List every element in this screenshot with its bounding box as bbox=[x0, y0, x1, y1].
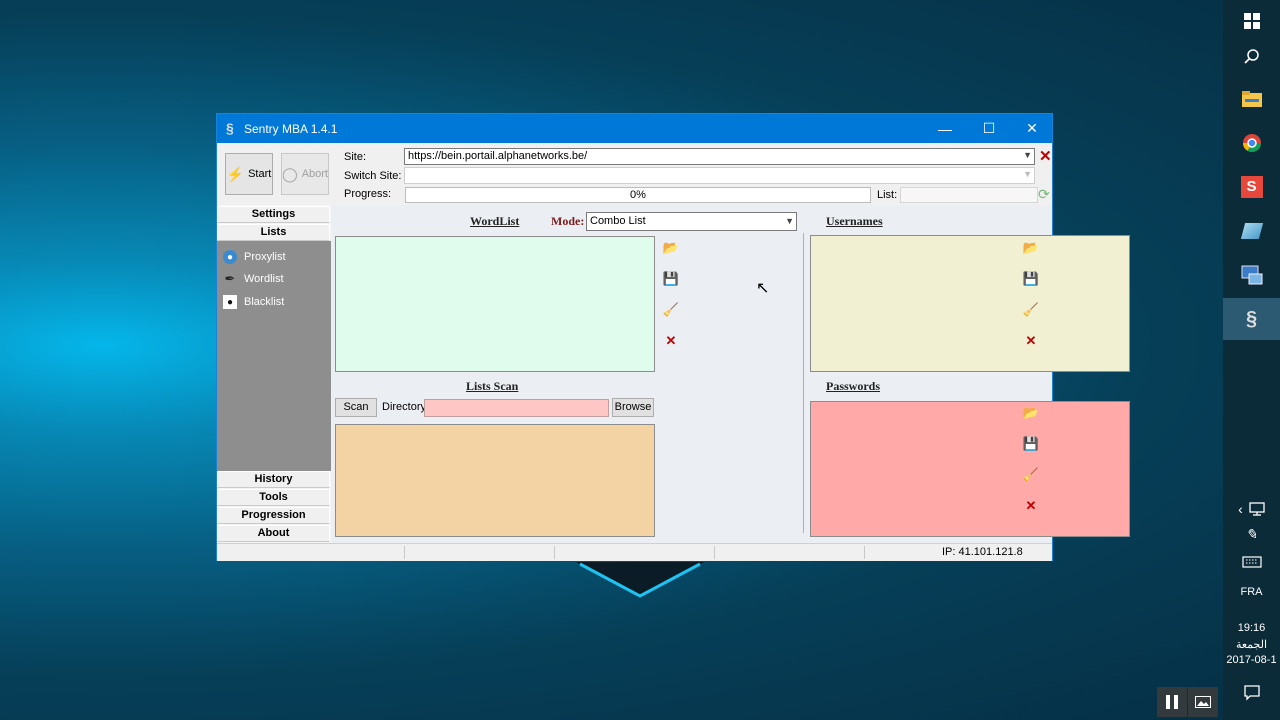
refresh-icon[interactable]: ⟳ bbox=[1038, 186, 1050, 203]
app-blue-tile-icon[interactable] bbox=[1223, 210, 1280, 252]
left-navigation: Settings Lists ● Proxylist ✒ Wordlist ● … bbox=[217, 205, 331, 543]
wordlist-title: WordList bbox=[470, 214, 520, 228]
notification-center-icon[interactable] bbox=[1223, 672, 1280, 714]
delete-icon[interactable]: ✕ bbox=[1023, 333, 1039, 349]
save-icon[interactable]: 💾 bbox=[663, 271, 679, 287]
browse-button[interactable]: Browse bbox=[612, 398, 654, 417]
nav-tab-lists[interactable]: Lists bbox=[217, 224, 330, 241]
keyboard-icon[interactable] bbox=[1223, 542, 1280, 582]
progress-bar: 0% bbox=[405, 187, 871, 203]
clock-time[interactable]: 19:16 bbox=[1223, 622, 1280, 634]
globe-icon: ● bbox=[223, 250, 237, 264]
delete-icon[interactable]: ✕ bbox=[1023, 498, 1039, 514]
main-panel: WordList Mode: Combo List ▼ Usernames ↖ … bbox=[332, 205, 1130, 543]
broom-icon[interactable]: 🧹 bbox=[1023, 302, 1039, 318]
directory-label: Directory bbox=[382, 401, 427, 413]
site-combo[interactable]: https://bein.portail.alphanetworks.be/ ▼ bbox=[404, 148, 1035, 165]
save-icon[interactable]: 💾 bbox=[1023, 271, 1039, 287]
maximize-button[interactable]: ☐ bbox=[967, 114, 1011, 143]
open-folder-icon[interactable]: 📂 bbox=[1023, 240, 1039, 256]
passwords-textarea[interactable] bbox=[810, 401, 1130, 537]
abort-button[interactable]: ◯ Abort bbox=[281, 153, 329, 195]
windows-taskbar: S § ‹ ✎ FRA 19:16 الجمعة 2017-08-1 bbox=[1223, 0, 1280, 720]
nav-tab-tools[interactable]: Tools bbox=[217, 489, 330, 506]
blacklist-icon: ● bbox=[223, 295, 237, 309]
nav-item-proxylist[interactable]: ● Proxylist bbox=[223, 248, 286, 266]
ip-address: IP: 41.101.121.8 bbox=[942, 546, 1023, 558]
chrome-icon[interactable] bbox=[1223, 122, 1280, 164]
broom-icon[interactable]: 🧹 bbox=[1023, 467, 1039, 483]
mode-label: Mode: bbox=[551, 214, 585, 228]
wordlist-textarea[interactable] bbox=[335, 236, 655, 372]
site-value: https://bein.portail.alphanetworks.be/ bbox=[408, 150, 588, 162]
switch-site-label: Switch Site: bbox=[344, 170, 402, 182]
vertical-divider bbox=[803, 233, 804, 533]
nav-tab-settings[interactable]: Settings bbox=[217, 206, 330, 223]
close-button[interactable]: ✕ bbox=[1010, 114, 1054, 143]
nav-item-blacklist[interactable]: ● Blacklist bbox=[223, 293, 284, 311]
progress-label: Progress: bbox=[344, 188, 392, 200]
usernames-textarea[interactable] bbox=[810, 235, 1130, 372]
status-divider bbox=[714, 546, 715, 559]
chevron-down-icon[interactable]: ▼ bbox=[1023, 150, 1032, 160]
app-icon: § bbox=[226, 120, 234, 136]
scan-button[interactable]: Scan bbox=[335, 398, 377, 417]
lists-scan-title: Lists Scan bbox=[466, 379, 519, 393]
search-icon[interactable] bbox=[1223, 36, 1280, 78]
remote-desktop-icon[interactable] bbox=[1223, 254, 1280, 296]
desktop-wallpaper-shape bbox=[576, 562, 704, 598]
mode-value: Combo List bbox=[590, 215, 646, 227]
start-button[interactable]: ⚡ Start bbox=[225, 153, 273, 195]
file-explorer-icon[interactable] bbox=[1223, 78, 1280, 120]
feather-icon: ✒ bbox=[224, 271, 236, 286]
nav-tab-progression[interactable]: Progression bbox=[217, 507, 330, 524]
status-divider bbox=[404, 546, 405, 559]
broom-icon[interactable]: 🧹 bbox=[663, 302, 679, 318]
scan-results-area[interactable] bbox=[335, 424, 655, 537]
chevron-down-icon[interactable]: ▼ bbox=[1023, 169, 1032, 179]
progress-text: 0% bbox=[630, 189, 646, 201]
nav-item-label: Blacklist bbox=[244, 296, 285, 308]
picture-icon[interactable] bbox=[1188, 687, 1218, 717]
clear-site-icon[interactable]: ✕ bbox=[1039, 147, 1052, 165]
minimize-button[interactable]: — bbox=[923, 114, 967, 143]
nav-tab-about[interactable]: About bbox=[217, 525, 330, 542]
sentry-mba-window: § Sentry MBA 1.4.1 — ☐ ✕ ⚡ Start ◯ Abort… bbox=[216, 113, 1130, 561]
status-divider bbox=[554, 546, 555, 559]
sentry-mba-taskbar-icon[interactable]: § bbox=[1223, 298, 1280, 340]
site-label: Site: bbox=[344, 151, 367, 163]
directory-input[interactable] bbox=[424, 399, 609, 417]
mode-select[interactable]: Combo List ▼ bbox=[586, 212, 797, 231]
open-folder-icon[interactable]: 📂 bbox=[1023, 405, 1039, 421]
language-indicator[interactable]: FRA bbox=[1223, 586, 1280, 598]
app-red-s-icon[interactable]: S bbox=[1223, 166, 1280, 208]
clock-date[interactable]: 2017-08-1 bbox=[1223, 654, 1280, 666]
lightning-icon: ⚡ bbox=[226, 165, 245, 182]
nav-tab-history[interactable]: History bbox=[217, 471, 330, 488]
list-display bbox=[900, 187, 1038, 203]
passwords-title: Passwords bbox=[826, 379, 881, 393]
nav-item-label: Proxylist bbox=[244, 251, 286, 263]
save-icon[interactable]: 💾 bbox=[1023, 436, 1039, 452]
delete-icon[interactable]: ✕ bbox=[663, 333, 679, 349]
chevron-down-icon[interactable]: ▼ bbox=[785, 216, 794, 226]
abort-circle-icon: ◯ bbox=[282, 165, 298, 182]
usernames-title: Usernames bbox=[826, 214, 883, 228]
start-label: Start bbox=[248, 168, 272, 180]
status-divider bbox=[864, 546, 865, 559]
mouse-cursor-icon: ↖ bbox=[756, 280, 770, 297]
title-bar[interactable]: § Sentry MBA 1.4.1 — ☐ ✕ bbox=[217, 114, 1052, 143]
list-label: List: bbox=[877, 189, 898, 201]
clock-day[interactable]: الجمعة bbox=[1223, 638, 1280, 651]
window-title: Sentry MBA 1.4.1 bbox=[244, 122, 338, 136]
switch-site-combo[interactable]: ▼ bbox=[404, 167, 1035, 184]
open-folder-icon[interactable]: 📂 bbox=[663, 240, 679, 256]
nav-item-wordlist[interactable]: ✒ Wordlist bbox=[223, 270, 284, 288]
nav-item-label: Wordlist bbox=[244, 273, 284, 285]
abort-label: Abort bbox=[301, 168, 328, 180]
lists-panel: ● Proxylist ✒ Wordlist ● Blacklist bbox=[217, 241, 331, 471]
pause-icon[interactable] bbox=[1157, 687, 1187, 717]
status-bar: IP: 41.101.121.8 bbox=[217, 543, 1052, 561]
